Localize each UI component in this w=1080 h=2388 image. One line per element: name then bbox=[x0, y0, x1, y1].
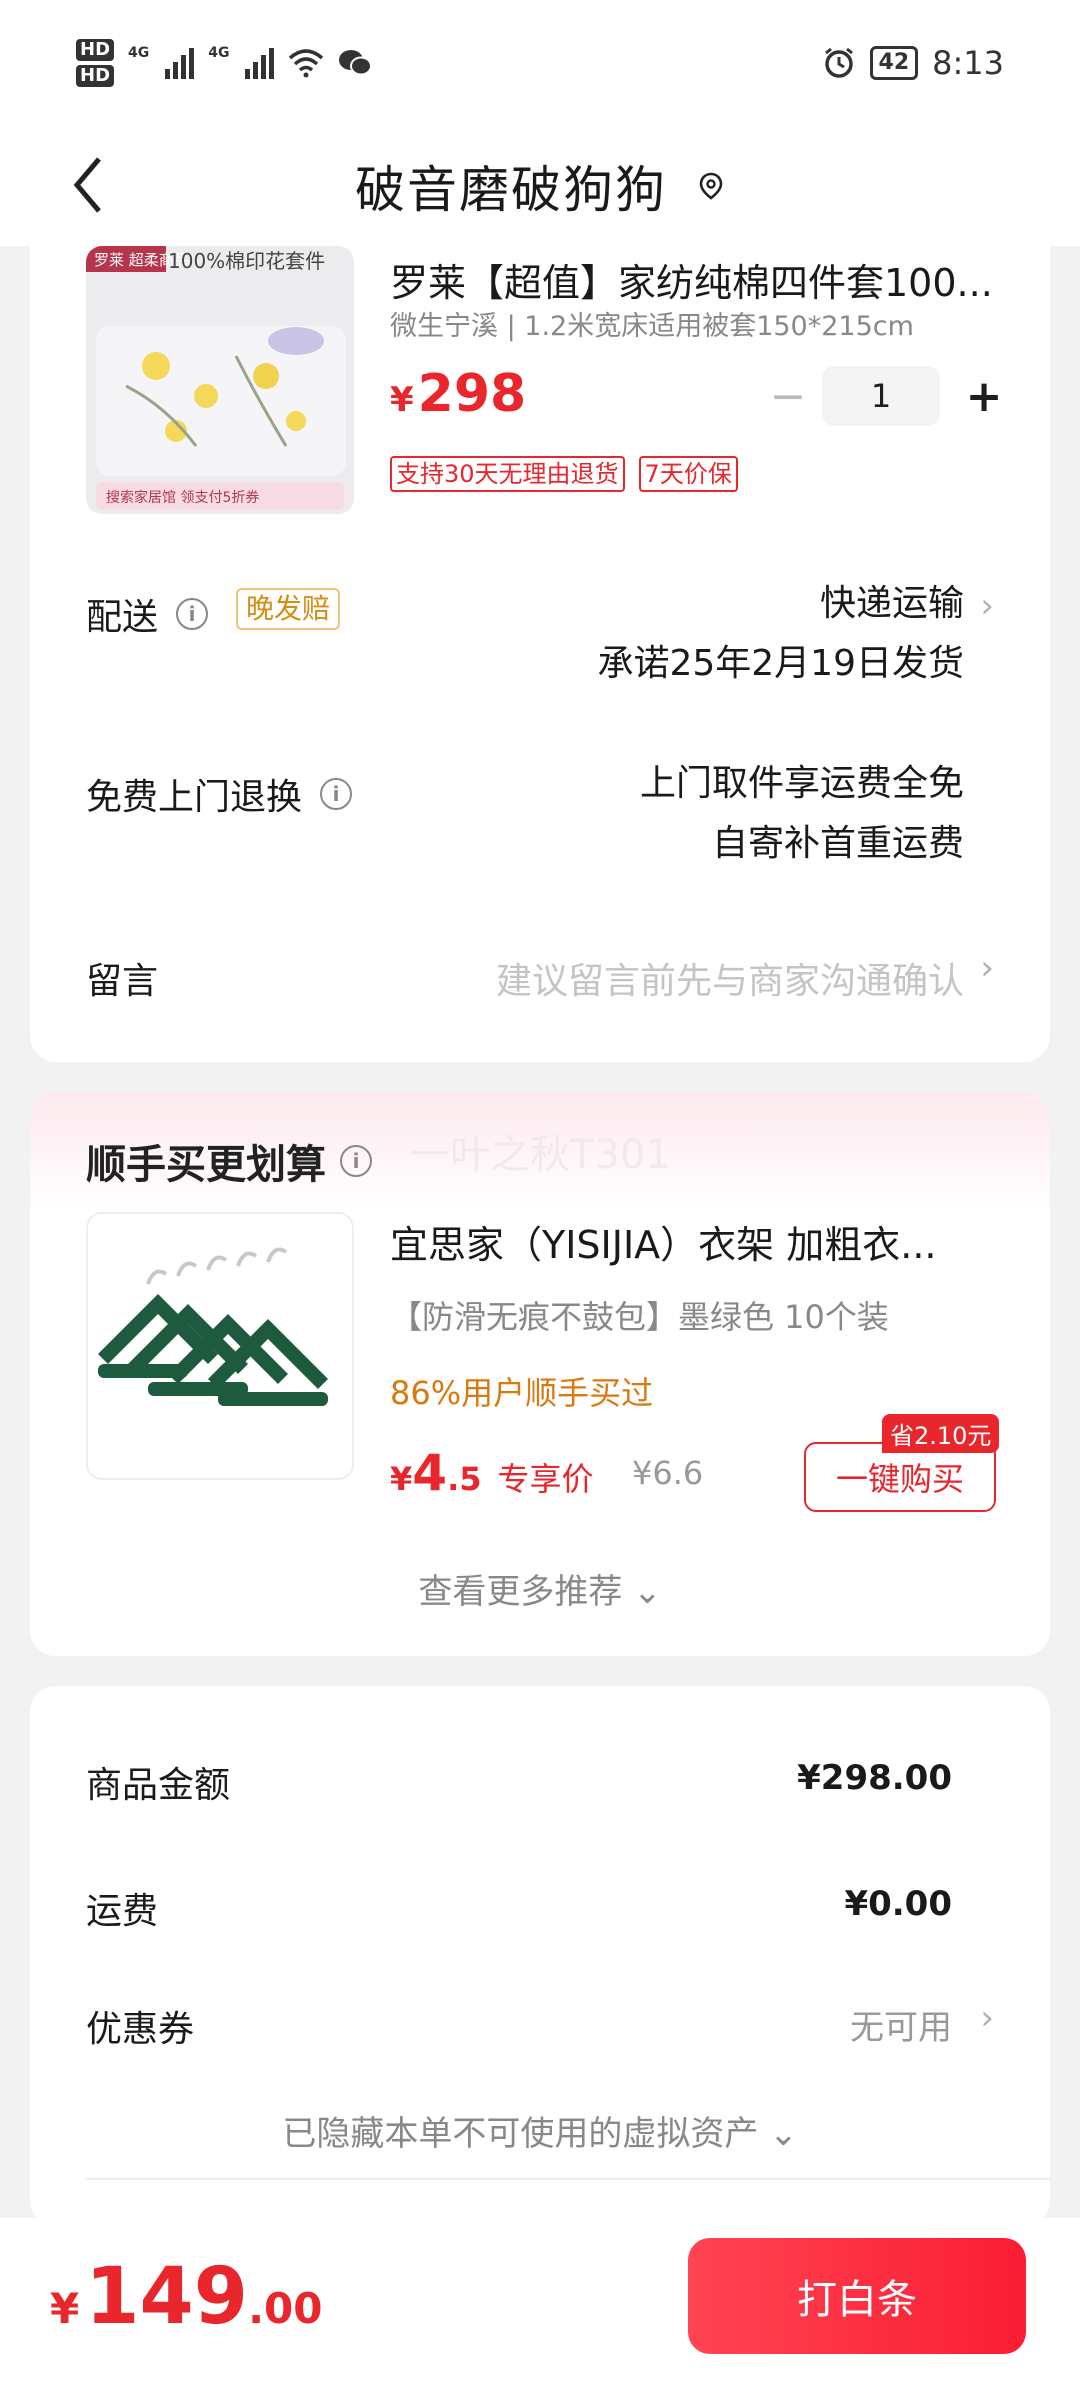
recommend-title: 顺手买更划算 i bbox=[86, 1132, 372, 1190]
summary-card: 商品金额 ¥298.00 运费 ¥0.00 优惠券 无可用 › 已隐藏本单不可使… bbox=[30, 1686, 1050, 2226]
return-info: 上门取件享运费全免 自寄补首重运费 bbox=[640, 754, 964, 874]
service-tags: 支持30天无理由退货 7天价保 bbox=[390, 456, 738, 492]
shipping-value: ¥0.00 bbox=[844, 1884, 952, 1924]
hidden-assets-toggle[interactable]: 已隐藏本单不可使用的虚拟资产 ⌄ bbox=[30, 2106, 1050, 2155]
svg-text:100%棉印花套件: 100%棉印花套件 bbox=[168, 249, 325, 273]
decrease-button[interactable]: − bbox=[754, 366, 822, 426]
recommend-orig-price: ¥6.6 bbox=[632, 1454, 704, 1492]
coupon-label: 优惠券 bbox=[86, 2009, 195, 2050]
recommend-image[interactable] bbox=[86, 1212, 354, 1480]
watermark: 一叶之秋T301 bbox=[410, 1132, 671, 1178]
rec-price-int: 4 bbox=[412, 1444, 448, 1502]
nav-title-wrap[interactable]: 破音磨破狗狗 bbox=[355, 150, 725, 222]
chevron-right-icon[interactable]: › bbox=[980, 948, 994, 988]
product-image[interactable]: 罗莱 超柔商品 100%棉印花套件 搜索家居馆 领支付5折券 bbox=[86, 246, 354, 514]
more-recommend-link[interactable]: 查看更多推荐 ⌄ bbox=[30, 1564, 1050, 1613]
product-spec[interactable]: 微生宁溪 | 1.2米宽床适用被套150*215cm bbox=[390, 304, 914, 343]
return-tag: 支持30天无理由退货 bbox=[390, 456, 625, 492]
rec-price-symbol: ¥ bbox=[390, 1460, 413, 1498]
back-button[interactable] bbox=[58, 150, 118, 220]
hd2-label: HD bbox=[76, 65, 115, 87]
coupon-value[interactable]: 无可用 bbox=[850, 2000, 952, 2049]
delivery-method: 快递运输 bbox=[819, 583, 964, 624]
message-label: 留言 bbox=[86, 961, 159, 1002]
recommend-social-proof: 86%用户顺手买过 bbox=[390, 1374, 654, 1412]
return-line1: 上门取件享运费全免 bbox=[639, 763, 964, 804]
increase-button[interactable]: + bbox=[950, 366, 1018, 426]
recommend-price: ¥ 4 .5 专享价 bbox=[390, 1444, 594, 1502]
shipping-label: 运费 bbox=[86, 1891, 159, 1932]
recommend-title-text: 顺手买更划算 bbox=[86, 1142, 326, 1188]
signal-icon-2 bbox=[245, 47, 275, 79]
price-protect-tag: 7天价保 bbox=[638, 456, 738, 492]
alarm-icon bbox=[824, 47, 853, 78]
page-title: 破音磨破狗狗 bbox=[355, 161, 667, 219]
status-bar: HD HD 4G 4G 42 8:13 bbox=[0, 0, 1080, 126]
quantity-stepper: − 1 + bbox=[754, 366, 1018, 426]
nav-bar: 破音磨破狗狗 bbox=[0, 126, 1080, 246]
net2-label: 4G bbox=[208, 45, 230, 61]
delivery-info[interactable]: 快递运输 承诺25年2月19日发货 bbox=[597, 574, 964, 694]
status-right: 42 8:13 bbox=[822, 44, 1004, 82]
clock: 8:13 bbox=[932, 44, 1004, 82]
delivery-row-label: 配送 i bbox=[86, 588, 209, 640]
recommend-product-sub: 【防滑无痕不鼓包】墨绿色 10个装 bbox=[390, 1298, 889, 1336]
order-card: 罗莱 超柔商品 100%棉印花套件 搜索家居馆 领支付5折券 罗莱【超值】家纺纯… bbox=[30, 246, 1050, 1062]
rec-price-dec: .5 bbox=[447, 1460, 482, 1498]
info-icon[interactable]: i bbox=[320, 778, 353, 810]
product-title[interactable]: 罗莱【超值】家纺纯棉四件套100... bbox=[390, 252, 1030, 307]
hd1-label: HD bbox=[76, 39, 115, 61]
hidden-assets-label: 已隐藏本单不可使用的虚拟资产 bbox=[282, 2114, 759, 2154]
hd-indicator: HD HD bbox=[76, 39, 115, 87]
recommend-product-title[interactable]: 宜思家（YISIJIA）衣架 加粗衣... bbox=[390, 1214, 1010, 1269]
total-int: 149 bbox=[85, 2252, 249, 2342]
quantity-input[interactable]: 1 bbox=[822, 366, 940, 426]
delivery-label: 配送 bbox=[86, 597, 159, 638]
hanger-image-icon bbox=[88, 1214, 352, 1478]
location-pin-icon bbox=[699, 172, 723, 200]
chevron-left-icon bbox=[73, 157, 101, 213]
late-comp-badge: 晚发赔 bbox=[236, 588, 341, 630]
info-icon[interactable]: i bbox=[176, 598, 209, 630]
bedding-image-icon: 罗莱 超柔商品 100%棉印花套件 搜索家居馆 领支付5折券 bbox=[86, 246, 354, 514]
recommend-card: 一叶之秋T301 顺手买更划算 i 宜思家（YISIJIA）衣架 加粗衣... … bbox=[30, 1092, 1050, 1656]
save-badge: 省2.10元 bbox=[882, 1414, 1000, 1453]
goods-amount-value: ¥298.00 bbox=[797, 1758, 952, 1798]
rec-price-label: 专享价 bbox=[497, 1460, 594, 1498]
info-icon[interactable]: i bbox=[340, 1145, 372, 1177]
battery-icon: 42 bbox=[869, 46, 919, 80]
signal-icon bbox=[165, 47, 195, 79]
total-dec: .00 bbox=[248, 2284, 323, 2333]
pay-button[interactable]: 打白条 bbox=[688, 2238, 1026, 2354]
chevron-right-icon[interactable]: › bbox=[980, 586, 994, 626]
price-symbol: ¥ bbox=[390, 380, 414, 420]
divider bbox=[86, 2178, 1050, 2180]
status-left: HD HD 4G 4G bbox=[76, 39, 373, 87]
product-price: ¥298 bbox=[390, 364, 526, 424]
wifi-icon bbox=[289, 49, 324, 78]
chevron-down-icon: ⌄ bbox=[769, 2114, 798, 2154]
total-symbol: ¥ bbox=[50, 2284, 80, 2333]
return-label: 免费上门退换 bbox=[86, 777, 303, 818]
svg-text:搜索家居馆 领支付5折券: 搜索家居馆 领支付5折券 bbox=[106, 489, 259, 506]
more-recommend-label: 查看更多推荐 bbox=[418, 1572, 623, 1612]
wechat-icon bbox=[339, 50, 373, 76]
message-input[interactable]: 建议留言前先与商家沟通确认 bbox=[496, 952, 964, 1004]
goods-amount-label: 商品金额 bbox=[86, 1765, 231, 1806]
return-row-label: 免费上门退换 i bbox=[86, 768, 353, 820]
delivery-promise: 承诺25年2月19日发货 bbox=[597, 643, 964, 684]
price-value: 298 bbox=[417, 364, 527, 424]
chevron-right-icon[interactable]: › bbox=[980, 1998, 994, 2038]
net1-label: 4G bbox=[128, 45, 150, 61]
return-line2: 自寄补首重运费 bbox=[711, 823, 964, 864]
total-price: ¥ 149 .00 bbox=[50, 2252, 322, 2342]
chevron-down-icon: ⌄ bbox=[633, 1572, 662, 1612]
checkout-bar: ¥ 149 .00 打白条 bbox=[0, 2218, 1080, 2388]
